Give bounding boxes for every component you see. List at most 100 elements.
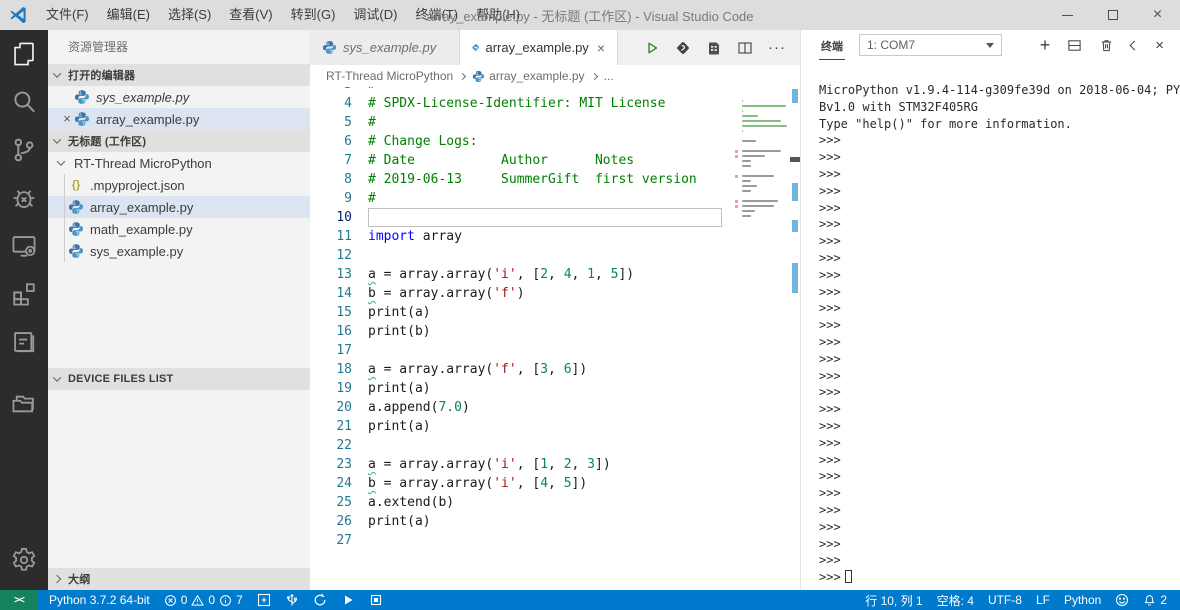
code-line[interactable]: 26 print(a)	[310, 512, 800, 531]
code-line[interactable]: 23 a = array.array('i', [1, 2, 3])	[310, 455, 800, 474]
code-line[interactable]: 8 # 2019-06-13 SummerGift first version	[310, 170, 800, 189]
close-icon[interactable]: ×	[60, 108, 74, 130]
menu-edit[interactable]: 编辑(E)	[98, 0, 159, 30]
stop-button[interactable]	[362, 590, 390, 610]
code-line[interactable]: 27	[310, 531, 800, 550]
menu-view[interactable]: 查看(V)	[220, 0, 281, 30]
explorer-icon[interactable]	[0, 30, 48, 78]
minimize-button[interactable]	[1045, 0, 1090, 30]
eol-sequence[interactable]: LF	[1029, 590, 1057, 610]
run-file-button[interactable]	[644, 40, 660, 56]
source-control-icon[interactable]	[0, 126, 48, 174]
terminal-prompt-line: >>>	[819, 166, 841, 181]
code-line[interactable]: 14 b = array.array('f')	[310, 284, 800, 303]
code-line[interactable]: 3#	[310, 87, 800, 94]
device-folders-icon[interactable]	[0, 380, 48, 428]
menu-selection[interactable]: 选择(S)	[159, 0, 220, 30]
python-interpreter[interactable]: Python 3.7.2 64-bit	[42, 590, 157, 610]
code-line[interactable]: 9 #	[310, 189, 800, 208]
close-panel-icon[interactable]: ×	[1155, 37, 1164, 54]
breadcrumb-folder[interactable]: RT-Thread MicroPython	[326, 69, 453, 83]
encoding[interactable]: UTF-8	[981, 590, 1029, 610]
code-line[interactable]: 17	[310, 341, 800, 360]
tab-array-example[interactable]: array_example.py ×	[460, 30, 618, 65]
download-to-device-button[interactable]	[675, 40, 691, 56]
code-line[interactable]: 11 import array	[310, 227, 800, 246]
terminal-prompt-line: >>>	[819, 368, 841, 383]
notifications-bell[interactable]: 2	[1136, 590, 1174, 610]
menu-file[interactable]: 文件(F)	[37, 0, 98, 30]
device-monitor-icon[interactable]	[0, 222, 48, 270]
debug-icon[interactable]	[0, 174, 48, 222]
overview-ruler[interactable]	[790, 87, 800, 590]
close-tab-icon[interactable]: ×	[589, 40, 605, 56]
cursor-position[interactable]: 行 10, 列 1	[858, 590, 929, 610]
settings-gear-icon[interactable]	[0, 536, 48, 584]
code-line[interactable]: 19 print(a)	[310, 379, 800, 398]
more-actions-button[interactable]: ···	[768, 39, 786, 56]
maximize-button[interactable]	[1090, 0, 1135, 30]
sync-button[interactable]	[306, 590, 334, 610]
terminal-prompt-line: >>>	[819, 486, 841, 501]
open-editor-sys-example[interactable]: sys_example.py	[48, 86, 310, 108]
tab-terminal[interactable]: 终端	[819, 31, 845, 60]
code-line[interactable]: 6 # Change Logs:	[310, 132, 800, 151]
open-editors-section-header[interactable]: 打开的编辑器	[48, 64, 310, 86]
breadcrumb-symbol[interactable]: ...	[604, 69, 614, 83]
terminal-selector-dropdown[interactable]: 1: COM7	[859, 34, 1002, 56]
split-terminal-button[interactable]	[1067, 38, 1082, 53]
file-math-example[interactable]: math_example.py	[48, 218, 310, 240]
code-line[interactable]: 10	[310, 208, 800, 227]
workspace-section-header[interactable]: 无标题 (工作区)	[48, 130, 310, 152]
outline-section-header[interactable]: 大纲	[48, 568, 310, 590]
activity-bar	[0, 30, 48, 590]
problems-indicator[interactable]: 0 0 7	[157, 590, 250, 610]
code-line[interactable]: 5 #	[310, 113, 800, 132]
remote-indicator[interactable]: ><	[0, 590, 38, 610]
close-button[interactable]: ×	[1135, 0, 1180, 30]
menu-goto[interactable]: 转到(G)	[282, 0, 345, 30]
code-line[interactable]: 24 b = array.array('i', [4, 5])	[310, 474, 800, 493]
file-sys-example[interactable]: sys_example.py	[48, 240, 310, 262]
line-number: 18	[336, 362, 352, 377]
tab-sys-example[interactable]: sys_example.py	[310, 30, 460, 65]
menu-debug[interactable]: 调试(D)	[344, 0, 406, 30]
split-editor-button[interactable]	[737, 40, 753, 56]
chevron-right-icon	[590, 72, 598, 80]
usb-download-button[interactable]	[278, 590, 306, 610]
file-mpyproject-json[interactable]: {} .mpyproject.json	[48, 174, 310, 196]
run-button[interactable]	[334, 590, 362, 610]
language-mode[interactable]: Python	[1057, 590, 1108, 610]
feedback-smiley-icon[interactable]	[1108, 590, 1136, 610]
code-line[interactable]: 7 # Date Author Notes	[310, 151, 800, 170]
device-files-section-header[interactable]: DEVICE FILES LIST	[48, 368, 310, 390]
folder-rt-thread-micropython[interactable]: RT-Thread MicroPython	[48, 152, 310, 174]
extensions-icon[interactable]	[0, 270, 48, 318]
line-text: print(a)	[368, 381, 431, 396]
code-line[interactable]: 12	[310, 246, 800, 265]
new-terminal-button[interactable]: +	[1040, 36, 1051, 54]
open-editor-array-example[interactable]: × array_example.py	[48, 108, 310, 130]
code-line[interactable]: 15 print(a)	[310, 303, 800, 322]
code-line[interactable]: 16 print(b)	[310, 322, 800, 341]
code-line[interactable]: 13 a = array.array('i', [2, 4, 1, 5])	[310, 265, 800, 284]
file-array-example[interactable]: array_example.py	[48, 196, 310, 218]
terminal-prompt-line: >>>	[819, 452, 841, 467]
notebook-icon[interactable]	[0, 318, 48, 366]
chevron-left-icon[interactable]	[1129, 40, 1140, 50]
binary-file-button[interactable]	[706, 40, 722, 56]
breadcrumb-file[interactable]: array_example.py	[489, 69, 584, 83]
code-line[interactable]: 25 a.extend(b)	[310, 493, 800, 512]
minimap[interactable]	[735, 87, 790, 590]
new-project-button[interactable]	[250, 590, 278, 610]
terminal-output[interactable]: MicroPython v1.9.4-114-g309fe39d on 2018…	[801, 60, 1180, 590]
code-line[interactable]: 18 a = array.array('f', [3, 6])	[310, 360, 800, 379]
code-line[interactable]: 20 a.append(7.0)	[310, 398, 800, 417]
code-line[interactable]: 22	[310, 436, 800, 455]
kill-terminal-icon[interactable]	[1099, 38, 1114, 53]
search-icon[interactable]	[0, 78, 48, 126]
code-line[interactable]: 21 print(a)	[310, 417, 800, 436]
code-line[interactable]: 4 # SPDX-License-Identifier: MIT License	[310, 94, 800, 113]
indentation[interactable]: 空格: 4	[930, 590, 981, 610]
code-editor[interactable]: 3#4# SPDX-License-Identifier: MIT Licens…	[310, 87, 800, 590]
